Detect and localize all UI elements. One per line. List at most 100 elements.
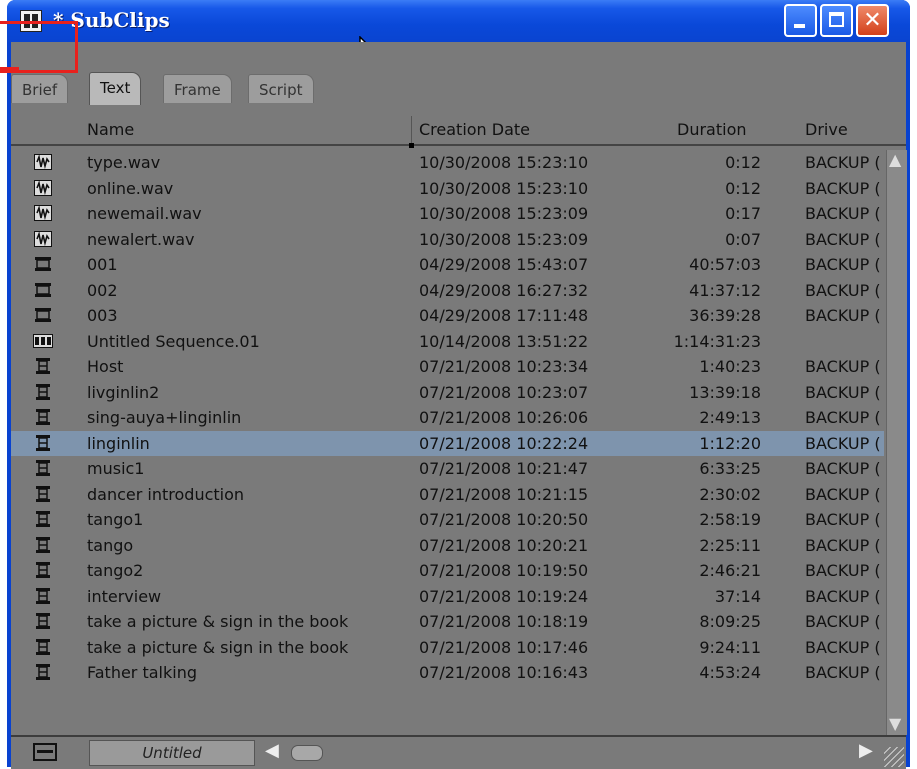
column-divider[interactable] (411, 116, 412, 144)
clip-drive: BACKUP ( (805, 459, 881, 478)
clip-name: Father talking (87, 663, 197, 682)
view-tabs: Brief Text Frame Script (11, 70, 906, 108)
clip-creation-date: 10/30/2008 15:23:09 (419, 204, 589, 223)
clip-creation-date: 07/21/2008 10:26:06 (419, 408, 589, 427)
clip-drive: BACKUP ( (805, 153, 881, 172)
clip-name: tango2 (87, 561, 144, 580)
clip-drive: BACKUP ( (805, 612, 881, 631)
clip-row[interactable]: Untitled Sequence.01 10/14/2008 13:51:22 1… (11, 329, 884, 354)
audio-clip-icon (34, 154, 52, 174)
title-bar[interactable]: * SubClips ✕ (7, 0, 910, 69)
bin-menu-icon[interactable] (33, 743, 57, 761)
clip-row[interactable]: Father talking 07/21/2008 10:16:43 4:53:24… (11, 660, 884, 685)
clip-duration: 0:12 (725, 178, 761, 198)
minimize-button[interactable] (784, 4, 817, 37)
subclip-icon (36, 562, 50, 582)
clip-row[interactable]: 002 04/29/2008 16:27:32 41:37:12 BACKUP ( (11, 278, 884, 303)
clip-duration: 1:14:31:23 (673, 331, 761, 351)
close-icon: ✕ (863, 8, 882, 33)
column-header-drive[interactable]: Drive (805, 120, 848, 139)
clip-row[interactable]: interview 07/21/2008 10:19:24 37:14 BACKUP … (11, 584, 884, 609)
clip-name: online.wav (87, 178, 174, 198)
column-resize-marker (409, 143, 414, 148)
clip-duration: 40:57:03 (689, 255, 761, 274)
close-button[interactable]: ✕ (856, 4, 889, 37)
clip-row[interactable]: 003 04/29/2008 17:11:48 36:39:28 BACKUP ( (11, 303, 884, 328)
clip-row[interactable]: newalert.wav 10/30/2008 15:23:09 0:07 BACKU… (11, 227, 884, 252)
clip-row[interactable]: tango 07/21/2008 10:20:21 2:25:11 BACKUP ( (11, 533, 884, 558)
annotation-highlight-line (0, 67, 19, 70)
clip-drive: BACKUP ( (805, 178, 881, 198)
bin-view-selector[interactable]: Untitled (89, 740, 255, 766)
scroll-down-icon[interactable]: ▼ (889, 714, 901, 733)
clip-row[interactable]: tango2 07/21/2008 10:19:50 2:46:21 BACKUP ( (11, 558, 884, 583)
clip-name: newalert.wav (87, 229, 195, 249)
clip-duration: 2:30:02 (699, 484, 761, 504)
clip-name: Host (87, 357, 124, 376)
clip-row[interactable]: 001 04/29/2008 15:43:07 40:57:03 BACKUP ( (11, 252, 884, 277)
clip-name: music1 (87, 459, 145, 478)
clip-duration: 2:46:21 (699, 561, 761, 580)
resize-grip-icon[interactable] (884, 747, 904, 767)
clip-creation-date: 10/30/2008 15:23:10 (419, 178, 589, 198)
column-header-duration[interactable]: Duration (677, 120, 747, 139)
subclip-icon (36, 383, 50, 404)
tab-brief[interactable]: Brief (11, 74, 69, 103)
horizontal-scroll-thumb[interactable] (291, 745, 323, 761)
minimize-icon (794, 24, 805, 28)
clip-duration: 0:07 (725, 229, 761, 249)
clip-drive: BACKUP ( (805, 204, 881, 223)
clip-creation-date: 10/30/2008 15:23:10 (419, 153, 589, 172)
clip-duration: 6:33:25 (699, 459, 761, 478)
column-header-creation-date[interactable]: Creation Date (419, 120, 530, 139)
clip-row[interactable]: tango1 07/21/2008 10:20:50 2:58:19 BACKUP ( (11, 507, 884, 532)
clip-duration: 13:39:18 (689, 382, 761, 402)
clip-drive: BACKUP ( (805, 357, 881, 376)
clip-name: newemail.wav (87, 204, 202, 223)
master-clip-icon (34, 256, 52, 276)
clip-row[interactable]: sing-auya+linginlin 07/21/2008 10:26:06 2:… (11, 405, 884, 430)
clip-drive: BACKUP ( (805, 255, 881, 274)
clip-name: type.wav (87, 153, 161, 172)
column-header-name[interactable]: Name (87, 120, 134, 139)
clip-row[interactable]: Host 07/21/2008 10:23:34 1:40:23 BACKUP ( (11, 354, 884, 379)
clip-row[interactable]: online.wav 10/30/2008 15:23:10 0:12 BACKUP … (11, 176, 884, 201)
column-header-row: Name Creation Date Duration Drive (11, 116, 906, 146)
clip-drive: BACKUP ( (805, 637, 881, 657)
maximize-icon (829, 12, 844, 27)
clip-row[interactable]: type.wav 10/30/2008 15:23:10 0:12 BACKUP ( (11, 150, 884, 175)
clip-creation-date: 07/21/2008 10:16:43 (419, 663, 589, 682)
clip-row[interactable]: music1 07/21/2008 10:21:47 6:33:25 BACKUP ( (11, 456, 884, 481)
clip-drive: BACKUP ( (805, 280, 881, 300)
clip-creation-date: 07/21/2008 10:21:47 (419, 459, 589, 478)
clip-row[interactable]: livginlin2 07/21/2008 10:23:07 13:39:18 BAC… (11, 380, 884, 405)
clip-name: Untitled Sequence.01 (87, 331, 260, 351)
clip-duration: 9:24:11 (699, 637, 761, 657)
clip-row[interactable]: take a picture & sign in the book 07/21/2… (11, 635, 884, 660)
vertical-scrollbar[interactable]: ▲ ▼ (886, 150, 907, 735)
subclip-icon (36, 358, 50, 378)
clip-name: sing-auya+linginlin (87, 408, 242, 427)
clip-drive: BACKUP ( (805, 306, 881, 325)
clip-row[interactable]: take a picture & sign in the book 07/21/2… (11, 609, 884, 634)
clip-creation-date: 07/21/2008 10:23:07 (419, 382, 589, 402)
audio-clip-icon (34, 179, 52, 200)
tab-text[interactable]: Text (89, 72, 142, 105)
clip-name: 002 (87, 280, 118, 300)
scroll-right-icon[interactable]: ▶ (859, 740, 873, 761)
clip-row[interactable]: newemail.wav 10/30/2008 15:23:09 0:17 BACKU… (11, 201, 884, 226)
clip-creation-date: 07/21/2008 10:18:19 (419, 612, 589, 631)
subclip-icon (36, 460, 50, 480)
clip-row[interactable]: dancer introduction 07/21/2008 10:21:15 2:… (11, 482, 884, 507)
maximize-button[interactable] (820, 4, 853, 37)
tab-frame[interactable]: Frame (163, 74, 232, 103)
clip-drive: BACKUP ( (805, 484, 881, 504)
annotation-highlight-box (0, 21, 78, 73)
scroll-up-icon[interactable]: ▲ (889, 150, 901, 169)
tab-script[interactable]: Script (248, 74, 314, 103)
scroll-left-icon[interactable]: ◀ (265, 740, 279, 761)
clip-duration: 0:17 (725, 204, 761, 223)
clip-row[interactable]: linginlin 07/21/2008 10:22:24 1:12:20 BACKU… (11, 430, 884, 456)
clip-drive: BACKUP ( (805, 586, 881, 606)
clip-creation-date: 07/21/2008 10:17:46 (419, 637, 589, 657)
